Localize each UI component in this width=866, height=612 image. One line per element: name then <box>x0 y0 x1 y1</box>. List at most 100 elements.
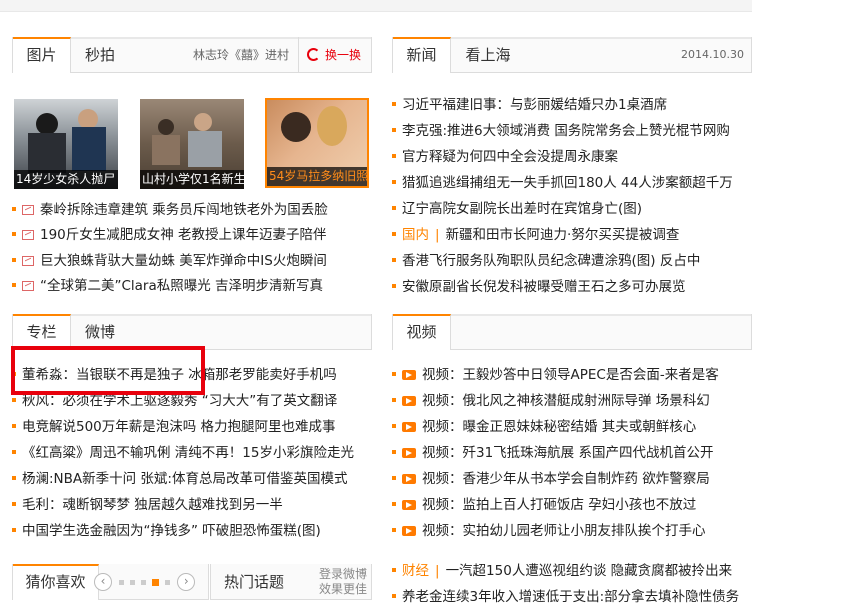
bullet-icon <box>12 476 16 480</box>
bullet-icon <box>12 207 16 211</box>
news-text: 李克强:推进6大领域消费 国务院常务会上赞光棍节网购 <box>402 123 730 139</box>
tab-guess-you-like[interactable]: 猜你喜欢 <box>13 564 99 600</box>
news-item-5[interactable]: 辽宁高院女副院长出差时在宾馆身亡(图) <box>392 196 642 222</box>
pager-dot[interactable] <box>119 579 125 585</box>
video-text: 视频：王毅炒答中日领导APEC是否会面-来者是客 <box>422 367 719 383</box>
weibo-login-line1: 登录微博 <box>319 567 368 581</box>
bullet-icon <box>392 424 396 428</box>
video-item-5[interactable]: 视频：香港少年从书本学会自制炸药 欲炸警察局 <box>392 466 710 492</box>
photo-1-caption: 14岁少女杀人抛尸 <box>14 170 118 189</box>
video-item-2[interactable]: 视频：俄北风之神核潜艇成射洲际导弹 场景科幻 <box>392 388 710 414</box>
refresh-icon <box>307 48 320 61</box>
bullet-icon <box>392 154 396 158</box>
video-panel-header: 视频 <box>392 314 752 350</box>
pager-dot-active[interactable] <box>152 578 160 586</box>
bullet-icon <box>392 568 396 572</box>
column-item-3[interactable]: 电竞解说500万年薪是泡沫吗 格力抱腿阿里也难成事 <box>12 414 336 440</box>
column-text: 电竞解说500万年薪是泡沫吗 格力抱腿阿里也难成事 <box>22 419 336 435</box>
pics-panel-header: 图片 秒拍 林志玲《囍》进村 换一换 <box>12 37 372 73</box>
pics-list-item-1[interactable]: 秦岭拆除违章建筑 乘务员斥闯地铁老外为国丢脸 <box>12 197 328 223</box>
picture-icon <box>22 230 34 240</box>
pager-dot[interactable] <box>130 579 136 585</box>
bullet-icon <box>392 450 396 454</box>
column-item-6[interactable]: 毛利：魂断钢琴梦 独居越久越难找到另一半 <box>12 492 283 518</box>
top-strip <box>0 0 752 12</box>
guess-pager: ‹ › <box>94 573 196 591</box>
column-item-7[interactable]: 中国学生选金融因为“挣钱多” 吓破胆恐怖蛋糕(图) <box>12 518 321 544</box>
pics-list-item-4[interactable]: “全球第二美”Clara私照曝光 吉泽明步清新写真 <box>12 273 323 299</box>
pics-list-item-2[interactable]: 190斤女生减肥成女神 老教授上课年迈妻子陪伴 <box>12 222 327 248</box>
photo-2-caption: 山村小学仅1名新生 <box>140 170 244 189</box>
next-arrow-icon[interactable]: › <box>177 573 196 591</box>
news-item-6[interactable]: 国内 | 新疆和田市长阿迪力·努尔买买提被调查 <box>392 222 679 248</box>
column-item-5[interactable]: 杨澜:NBA新季十问 张斌:体育总局改革可借鉴英国模式 <box>12 466 347 492</box>
tab-weibo[interactable]: 微博 <box>71 314 129 350</box>
video-icon <box>402 396 416 406</box>
tab-column[interactable]: 专栏 <box>13 314 71 350</box>
news-text: 新疆和田市长阿迪力·努尔买买提被调查 <box>445 227 680 243</box>
tab-shanghai[interactable]: 看上海 <box>451 37 525 73</box>
column-text: 中国学生选金融因为“挣钱多” 吓破胆恐怖蛋糕(图) <box>22 523 321 539</box>
tab-miaopai[interactable]: 秒拍 <box>71 37 129 73</box>
bullet-icon <box>12 398 16 402</box>
bullet-icon <box>392 528 396 532</box>
pics-list-text: 秦岭拆除违章建筑 乘务员斥闯地铁老外为国丢脸 <box>40 202 328 218</box>
finance-item-1[interactable]: 财经 | 一汽超150人遭巡视组约谈 隐藏贪腐都被拎出来 <box>392 558 732 584</box>
video-icon <box>402 474 416 484</box>
tab-news[interactable]: 新闻 <box>393 37 451 73</box>
video-item-1[interactable]: 视频：王毅炒答中日领导APEC是否会面-来者是客 <box>392 362 719 388</box>
bullet-icon <box>392 284 396 288</box>
news-item-3[interactable]: 官方释疑为何四中全会没提周永康案 <box>392 144 618 170</box>
refresh-button[interactable]: 换一换 <box>298 37 361 73</box>
tab-hot-topics[interactable]: 热门话题 <box>211 564 297 600</box>
bullet-icon <box>392 180 396 184</box>
pager-dot[interactable] <box>141 579 147 585</box>
tab-pictures[interactable]: 图片 <box>13 37 71 73</box>
photo-2[interactable]: 山村小学仅1名新生 <box>140 99 244 189</box>
news-item-2[interactable]: 李克强:推进6大领域消费 国务院常务会上赞光棍节网购 <box>392 118 730 144</box>
finance-item-2[interactable]: 养老金连续3年收入增速低于支出:部分拿去填补隐性债务 <box>392 584 739 610</box>
bullet-icon <box>392 232 396 236</box>
finance-text: 养老金连续3年收入增速低于支出:部分拿去填补隐性债务 <box>402 589 740 605</box>
news-item-7[interactable]: 香港飞行服务队殉职队员纪念碑遭涂鸦(图) 反占中 <box>392 248 700 274</box>
video-item-3[interactable]: 视频：曝金正恩妹妹秘密结婚 其夫或朝鲜核心 <box>392 414 696 440</box>
finance-category[interactable]: 财经 <box>402 563 429 579</box>
pics-list-text: 巨大狼蛛背驮大量幼蛛 美军炸弹命中IS火炮瞬间 <box>40 253 327 269</box>
bullet-icon <box>12 502 16 506</box>
pics-extra-link[interactable]: 林志玲《囍》进村 <box>193 37 289 73</box>
column-text: 毛利：魂断钢琴梦 独居越久越难找到另一半 <box>22 497 283 513</box>
bullet-icon <box>392 398 396 402</box>
news-panel-header: 新闻 看上海 2014.10.30 <box>392 37 752 73</box>
pics-list-text: “全球第二美”Clara私照曝光 吉泽明步清新写真 <box>40 278 324 294</box>
bullet-icon <box>12 450 16 454</box>
bullet-icon <box>392 502 396 506</box>
video-icon <box>402 500 416 510</box>
bullet-icon <box>12 258 16 262</box>
news-item-4[interactable]: 猎狐追逃缉捕组无一失手抓回180人 44人涉案额超千万 <box>392 170 733 196</box>
photo-3[interactable]: 54岁马拉多纳旧照 <box>265 98 369 188</box>
refresh-label: 换一换 <box>325 48 362 62</box>
pager-dot[interactable] <box>165 579 171 585</box>
column-item-4[interactable]: 《红高粱》周迅不输巩俐 清纯不再！15岁小彩旗险走光 <box>12 440 354 466</box>
news-text: 猎狐追逃缉捕组无一失手抓回180人 44人涉案额超千万 <box>402 175 733 191</box>
bullet-icon <box>392 594 396 598</box>
picture-icon <box>22 281 34 291</box>
pics-list-item-3[interactable]: 巨大狼蛛背驮大量幼蛛 美军炸弹命中IS火炮瞬间 <box>12 248 327 274</box>
video-text: 视频：曝金正恩妹妹秘密结婚 其夫或朝鲜核心 <box>422 419 697 435</box>
news-item-1[interactable]: 习近平福建旧事：与彭丽媛结婚只办1桌酒席 <box>392 92 667 118</box>
video-item-4[interactable]: 视频：歼31飞抵珠海航展 系国产四代战机首公开 <box>392 440 713 466</box>
video-item-6[interactable]: 视频：监拍上百人打砸饭店 孕妇小孩也不放过 <box>392 492 696 518</box>
video-icon <box>402 422 416 432</box>
video-text: 视频：监拍上百人打砸饭店 孕妇小孩也不放过 <box>422 497 697 513</box>
news-text: 官方释疑为何四中全会没提周永康案 <box>402 149 618 165</box>
news-category[interactable]: 国内 <box>402 227 429 243</box>
video-item-7[interactable]: 视频：实拍幼儿园老师让小朋友排队挨个打手心 <box>392 518 706 544</box>
news-item-8[interactable]: 安徽原副省长倪发科被曝受赠王石之多可办展览 <box>392 274 686 300</box>
bullet-icon <box>392 372 396 376</box>
video-text: 视频：实拍幼儿园老师让小朋友排队挨个打手心 <box>422 523 706 539</box>
tab-video[interactable]: 视频 <box>393 314 451 350</box>
prev-arrow-icon[interactable]: ‹ <box>94 573 112 591</box>
photo-1[interactable]: 14岁少女杀人抛尸 <box>14 99 118 189</box>
hot-topics-header: 热门话题 登录微博 效果更佳 <box>210 564 372 600</box>
weibo-login-hint[interactable]: 登录微博 效果更佳 <box>319 567 367 597</box>
